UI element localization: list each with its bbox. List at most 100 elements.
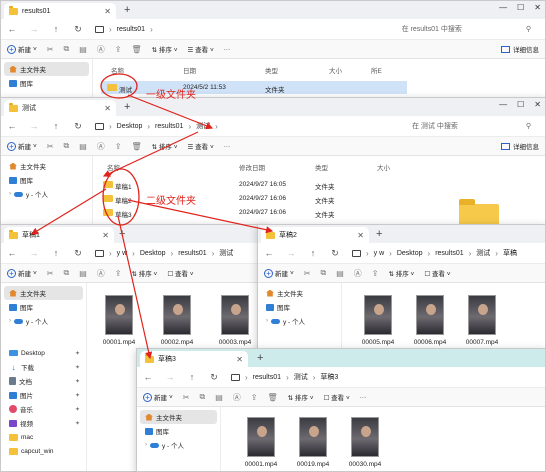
view-button[interactable]: ☰ 查看 ˅ (188, 141, 214, 151)
breadcrumb[interactable]: › results01 › 测试 › 草稿3 (231, 372, 539, 382)
nav-item-home[interactable]: 主文件夹 (4, 159, 89, 173)
column-size[interactable]: 大小 (329, 65, 342, 75)
tab-test[interactable]: 测试 ✕ (4, 100, 116, 116)
sort-button[interactable]: ⇅ 排序 ˅ (152, 44, 178, 54)
column-date[interactable]: 日期 (183, 65, 196, 75)
new-button[interactable]: + 新建 ˅ (264, 268, 294, 278)
nav-item-mac[interactable]: mac (4, 430, 83, 444)
forward-icon[interactable]: → (286, 248, 296, 258)
nav-item-gallery[interactable]: 图库 (140, 424, 217, 438)
nav-item-desktop[interactable]: Desktop ✦ (4, 346, 83, 360)
search-input[interactable]: 在 results01 中搜索 ⚲ (402, 24, 531, 34)
refresh-icon[interactable]: ↻ (330, 248, 340, 259)
view-button[interactable]: ☐ 查看 ˅ (424, 268, 450, 278)
new-button[interactable]: + 新建 ˅ (7, 268, 37, 278)
breadcrumb[interactable]: › y w › Desktop › results01 › 测试 › 草稿 (352, 248, 539, 258)
breadcrumb[interactable]: › Desktop › results01 › 测试 › (95, 121, 400, 131)
close-icon[interactable]: ✕ (534, 100, 541, 109)
video-thumbnail[interactable]: 00006.mp4 (410, 295, 450, 346)
video-thumbnail[interactable]: 00019.mp4 (293, 417, 333, 468)
column-type[interactable]: 类型 (265, 65, 278, 75)
cut-icon[interactable]: ✂ (47, 142, 54, 151)
paste-icon[interactable]: ▤ (79, 45, 87, 54)
more-button[interactable]: ··· (360, 394, 367, 401)
forward-icon[interactable]: → (29, 248, 39, 258)
cut-icon[interactable]: ✂ (47, 45, 54, 54)
crumb-results01[interactable]: results01 (435, 250, 463, 257)
cut-icon[interactable]: ✂ (304, 269, 311, 278)
forward-icon[interactable]: → (29, 121, 39, 131)
up-icon[interactable]: ↑ (187, 372, 197, 382)
forward-icon[interactable]: → (29, 24, 39, 34)
up-icon[interactable]: ↑ (51, 24, 61, 34)
maximize-icon[interactable]: ☐ (517, 3, 524, 12)
nav-item-gallery[interactable]: 图库 (4, 76, 89, 90)
nav-item-onedrive[interactable]: › y - 个人 (4, 187, 89, 201)
nav-item-home[interactable]: 主文件夹 (140, 410, 217, 424)
nav-item-home[interactable]: 主文件夹 (4, 62, 89, 76)
new-button[interactable]: + 新建 ˅ (7, 44, 37, 54)
nav-item-capcut[interactable]: capcut_win (4, 444, 83, 458)
crumb-results01[interactable]: results01 (155, 123, 183, 130)
file-row[interactable]: 草稿2 2024/9/27 16:06 文件夹 (97, 192, 395, 205)
column-type[interactable]: 类型 (315, 162, 328, 172)
nav-item-pictures[interactable]: 图片 ✦ (4, 388, 83, 402)
nav-item-gallery[interactable]: 图库 (4, 173, 89, 187)
tab-draft3[interactable]: 草稿3 ✕ (140, 351, 248, 367)
rename-icon[interactable]: Ⓐ (354, 268, 362, 279)
sort-button[interactable]: ⇅ 排序 ˅ (288, 392, 314, 402)
share-icon[interactable]: ⇪ (115, 45, 122, 54)
share-icon[interactable]: ⇪ (372, 269, 379, 278)
crumb-desktop[interactable]: Desktop (397, 250, 423, 257)
forward-icon[interactable]: → (165, 372, 175, 382)
copy-icon[interactable]: ⧉ (321, 268, 327, 278)
delete-icon[interactable]: 🗑 (131, 45, 141, 54)
crumb-desktop[interactable]: Desktop (117, 123, 143, 130)
minimize-icon[interactable]: — (499, 3, 507, 12)
video-thumbnail[interactable]: 00002.mp4 (157, 295, 197, 346)
back-icon[interactable]: ← (7, 24, 17, 34)
new-button[interactable]: + 新建 ˅ (143, 392, 173, 402)
tab-draft2[interactable]: 草稿2 ✕ (261, 227, 369, 243)
delete-icon[interactable]: 🗑 (131, 142, 141, 151)
paste-icon[interactable]: ▤ (79, 269, 87, 278)
back-icon[interactable]: ← (143, 372, 153, 382)
copy-icon[interactable]: ⧉ (64, 141, 70, 151)
share-icon[interactable]: ⇪ (251, 393, 258, 402)
copy-icon[interactable]: ⧉ (64, 268, 70, 278)
refresh-icon[interactable]: ↻ (73, 24, 83, 35)
view-button[interactable]: ☐ 查看 ˅ (167, 268, 193, 278)
close-tab-icon[interactable]: ✕ (104, 104, 111, 113)
nav-item-onedrive[interactable]: › y - 个人 (261, 314, 338, 328)
nav-item-gallery[interactable]: 图库 (4, 300, 83, 314)
up-icon[interactable]: ↑ (308, 248, 318, 258)
video-thumbnail[interactable]: 00003.mp4 (215, 295, 255, 346)
share-icon[interactable]: ⇪ (115, 269, 122, 278)
file-row[interactable]: 草稿1 2024/9/27 16:05 文件夹 (97, 178, 395, 191)
close-tab-icon[interactable]: ✕ (102, 231, 109, 240)
refresh-icon[interactable]: ↻ (209, 372, 219, 383)
rename-icon[interactable]: Ⓐ (97, 141, 105, 152)
tab-results01[interactable]: results01 ✕ (4, 3, 116, 19)
close-tab-icon[interactable]: ✕ (104, 7, 111, 16)
cut-icon[interactable]: ✂ (183, 393, 190, 402)
crumb-desktop[interactable]: Desktop (140, 250, 166, 257)
video-thumbnail[interactable]: 00005.mp4 (358, 295, 398, 346)
column-size[interactable]: 大小 (377, 162, 390, 172)
share-icon[interactable]: ⇪ (115, 142, 122, 151)
maximize-icon[interactable]: ☐ (517, 100, 524, 109)
refresh-icon[interactable]: ↻ (73, 121, 83, 132)
up-icon[interactable]: ↑ (51, 121, 61, 131)
file-row[interactable]: 草稿3 2024/9/27 16:06 文件夹 (97, 206, 395, 219)
crumb-test[interactable]: 测试 (196, 121, 210, 131)
nav-item-home[interactable]: 主文件夹 (261, 286, 338, 300)
cut-icon[interactable]: ✂ (47, 269, 54, 278)
view-button[interactable]: ☰ 查看 ˅ (188, 44, 214, 54)
nav-item-onedrive[interactable]: › y - 个人 (140, 438, 217, 452)
paste-icon[interactable]: ▤ (79, 142, 87, 151)
paste-icon[interactable]: ▤ (215, 393, 223, 402)
crumb-test[interactable]: 测试 (476, 248, 490, 258)
video-thumbnail[interactable]: 00001.mp4 (241, 417, 281, 468)
crumb-results01[interactable]: results01 (178, 250, 206, 257)
rename-icon[interactable]: Ⓐ (97, 268, 105, 279)
